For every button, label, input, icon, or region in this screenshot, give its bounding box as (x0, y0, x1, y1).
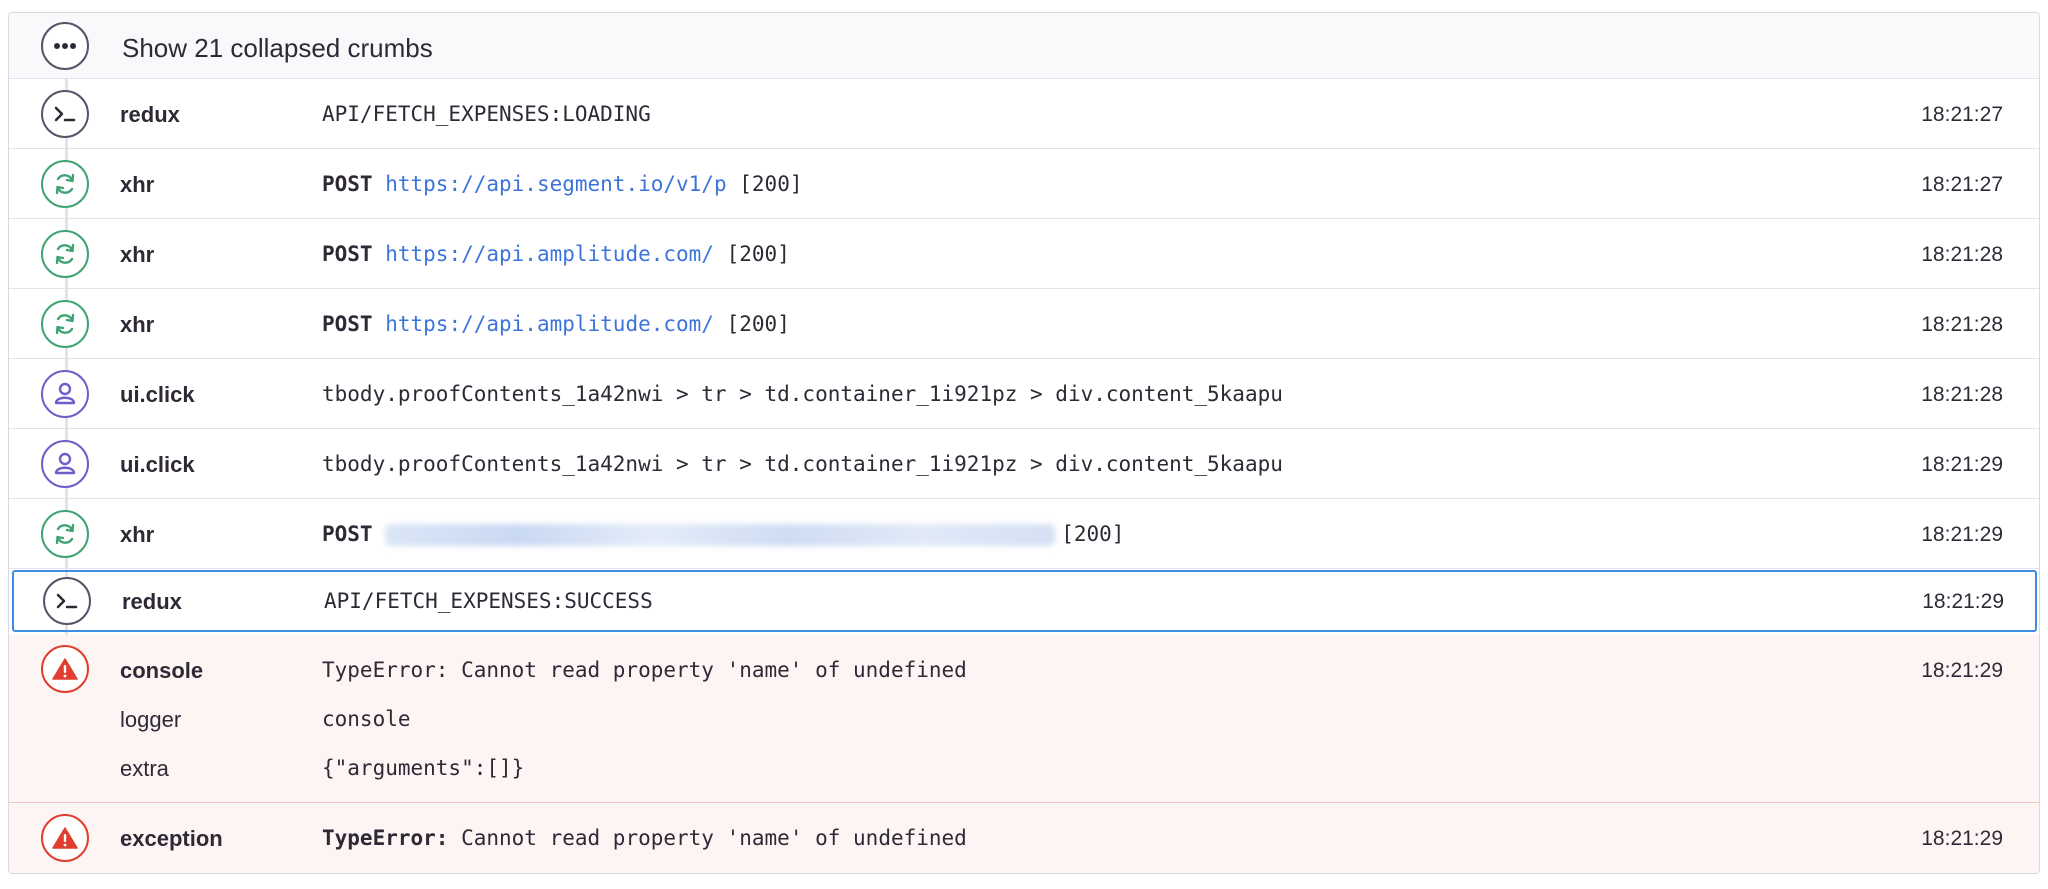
crumb-message: API/FETCH_EXPENSES:LOADING (322, 102, 651, 126)
http-method: POST (322, 242, 373, 266)
crumb-time: 18:21:29 (1921, 659, 2003, 682)
crumb-row[interactable]: xhr POST https://api.segment.io/v1/p [20… (9, 149, 2039, 219)
crumb-category: console (120, 658, 204, 683)
crumb-time: 18:21:29 (1922, 590, 2004, 613)
status-code: [200] (726, 312, 790, 336)
crumb-time: 18:21:27 (1921, 103, 2003, 126)
crumb-time: 18:21:29 (1921, 453, 2003, 476)
crumb-category: ui.click (120, 382, 195, 407)
request-url-link[interactable]: https://api.segment.io/v1/p (385, 172, 726, 196)
crumb-time: 18:21:28 (1921, 383, 2003, 406)
collapsed-crumbs-label: Show 21 collapsed crumbs (122, 33, 433, 63)
crumb-row[interactable]: xhr POST https://api.amplitude.com/ [200… (9, 289, 2039, 359)
crumb-category: redux (120, 102, 180, 127)
request-url-link[interactable]: https://api.amplitude.com/ (385, 312, 714, 336)
crumb-row[interactable]: xhr POST [200] 18:21:29 (9, 499, 2039, 569)
crumb-time: 18:21:29 (1921, 827, 2003, 850)
breadcrumbs-panel: Show 21 collapsed crumbs redux API/FETCH… (8, 12, 2040, 874)
terminal-icon (43, 577, 91, 625)
crumb-category: xhr (120, 522, 155, 547)
crumb-time: 18:21:28 (1921, 313, 2003, 336)
exception-message: Cannot read property 'name' of undefined (461, 826, 967, 850)
crumb-row-exception[interactable]: exception TypeError: Cannot read propert… (9, 803, 2039, 873)
crumb-row[interactable]: ui.click tbody.proofContents_1a42nwi > t… (9, 359, 2039, 429)
crumb-row[interactable]: ui.click tbody.proofContents_1a42nwi > t… (9, 429, 2039, 499)
refresh-icon (41, 160, 89, 208)
crumb-message: tbody.proofContents_1a42nwi > tr > td.co… (322, 382, 1283, 406)
http-method: POST (322, 522, 373, 546)
warning-icon (41, 814, 89, 862)
ellipsis-icon (41, 22, 89, 70)
refresh-icon (41, 230, 89, 278)
warning-icon (41, 645, 89, 693)
crumb-time: 18:21:29 (1921, 523, 2003, 546)
redacted-url (385, 524, 1056, 546)
crumb-row[interactable]: xhr POST https://api.amplitude.com/ [200… (9, 219, 2039, 289)
show-collapsed-crumbs-button[interactable]: Show 21 collapsed crumbs (9, 13, 2039, 79)
user-icon (41, 440, 89, 488)
request-url-link[interactable]: https://api.amplitude.com/ (385, 242, 714, 266)
crumb-category: xhr (120, 172, 155, 197)
http-method: POST (322, 172, 373, 196)
extra-key-logger: logger (120, 707, 182, 732)
crumb-message: TypeError: Cannot read property 'name' o… (322, 658, 967, 682)
crumb-message: TypeError: Cannot read property 'name' o… (322, 826, 967, 850)
user-icon (41, 370, 89, 418)
extra-key-extra: extra (120, 756, 169, 781)
crumb-message: POST https://api.amplitude.com/ [200] (322, 242, 790, 266)
crumb-category: ui.click (120, 452, 195, 477)
refresh-icon (41, 510, 89, 558)
crumb-row[interactable]: redux API/FETCH_EXPENSES:LOADING 18:21:2… (9, 79, 2039, 149)
extra-value-logger: console (322, 707, 411, 731)
crumb-message: POST https://api.segment.io/v1/p [200] (322, 172, 802, 196)
refresh-icon (41, 300, 89, 348)
crumb-time: 18:21:27 (1921, 173, 2003, 196)
crumb-message: tbody.proofContents_1a42nwi > tr > td.co… (322, 452, 1283, 476)
http-method: POST (322, 312, 373, 336)
crumb-category: exception (120, 826, 223, 851)
crumb-category: xhr (120, 312, 155, 337)
status-code: [200] (1061, 522, 1125, 546)
extra-value-extra: {"arguments":[]} (322, 756, 525, 780)
status-code: [200] (726, 242, 790, 266)
crumb-category: xhr (120, 242, 155, 267)
crumb-time: 18:21:28 (1921, 243, 2003, 266)
crumb-row-error[interactable]: console TypeError: Cannot read property … (9, 635, 2039, 803)
crumb-category: redux (122, 589, 182, 614)
terminal-icon (41, 90, 89, 138)
status-code: [200] (739, 172, 803, 196)
crumb-message: POST https://api.amplitude.com/ [200] (322, 312, 790, 336)
exception-type: TypeError: (322, 826, 449, 850)
crumb-message: API/FETCH_EXPENSES:SUCCESS (324, 589, 653, 613)
crumb-row-selected[interactable]: redux API/FETCH_EXPENSES:SUCCESS 18:21:2… (12, 570, 2037, 632)
crumb-message: POST [200] (322, 522, 1124, 546)
